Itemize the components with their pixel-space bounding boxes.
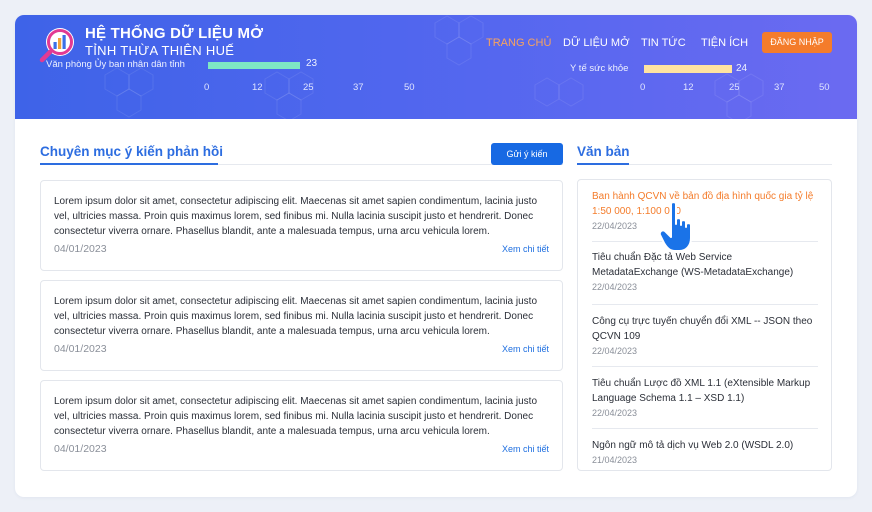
document-item[interactable]: Tiêu chuẩn Lược đồ XML 1.1 (eXtensible M… <box>592 376 818 418</box>
feedback-section-title: Chuyên mục ý kiến phản hồi <box>40 144 224 159</box>
document-title[interactable]: Ngôn ngữ mô tả dịch vụ Web 2.0 (WSDL 2.0… <box>592 438 818 453</box>
chart2-category-label: Y tế sức khỏe <box>570 63 629 74</box>
feedback-card: Lorem ipsum dolor sit amet, consectetur … <box>40 180 563 271</box>
feedback-date: 04/01/2023 <box>54 343 107 355</box>
feedback-card: Lorem ipsum dolor sit amet, consectetur … <box>40 380 563 471</box>
document-title[interactable]: Ban hành QCVN về bản đồ địa hình quốc gi… <box>592 189 818 219</box>
chart2-tick: 37 <box>774 82 785 93</box>
feedback-detail-link[interactable]: Xem chi tiết <box>502 244 549 254</box>
chart2-tick: 25 <box>729 82 740 93</box>
login-button[interactable]: ĐĂNG NHẬP <box>762 32 832 53</box>
chart2-bar[interactable] <box>644 65 732 73</box>
documents-title-underline <box>577 163 629 165</box>
pointer-hand-icon <box>659 201 692 252</box>
document-item[interactable]: Tiêu chuẩn Đặc tả Web Service MetadataEx… <box>592 250 818 292</box>
chart1-value-label: 23 <box>306 58 318 69</box>
chart1-tick: 25 <box>303 82 314 93</box>
document-date: 22/04/2023 <box>592 408 638 418</box>
document-item[interactable]: Ban hành QCVN về bản đồ địa hình quốc gi… <box>592 189 818 231</box>
feedback-text: Lorem ipsum dolor sit amet, consectetur … <box>54 196 538 237</box>
nav-utilities[interactable]: TIỆN ÍCH <box>701 37 748 49</box>
chart2-tick: 0 <box>640 82 646 93</box>
document-date: 22/04/2023 <box>592 346 638 356</box>
document-title[interactable]: Tiêu chuẩn Lược đồ XML 1.1 (eXtensible M… <box>592 376 818 406</box>
document-separator <box>592 366 818 367</box>
document-title[interactable]: Công cụ trực tuyến chuyển đổi XML -- JSO… <box>592 314 818 344</box>
header: HỆ THỐNG DỮ LIỆU MỞ TỈNH THỪA THIÊN HUẾ … <box>15 15 857 119</box>
document-date: 21/04/2023 <box>592 455 638 465</box>
site-title: HỆ THỐNG DỮ LIỆU MỞ <box>85 25 264 42</box>
chart1-category-label: Văn phòng Ủy ban nhân dân tỉnh <box>46 59 185 70</box>
search-chart-logo-icon[interactable] <box>39 25 77 63</box>
document-separator <box>592 304 818 305</box>
document-item[interactable]: Ngôn ngữ mô tả dịch vụ Web 2.0 (WSDL 2.0… <box>592 438 818 465</box>
feedback-detail-link[interactable]: Xem chi tiết <box>502 344 549 354</box>
documents-list: Ban hành QCVN về bản đồ địa hình quốc gi… <box>577 179 832 471</box>
chart2-tick: 50 <box>819 82 830 93</box>
feedback-text: Lorem ipsum dolor sit amet, consectetur … <box>54 396 538 437</box>
chart1-tick: 12 <box>252 82 263 93</box>
documents-section-title: Văn bản <box>577 144 630 159</box>
chart1-tick: 37 <box>353 82 364 93</box>
document-date: 22/04/2023 <box>592 221 638 231</box>
nav-open-data[interactable]: DỮ LIỆU MỞ <box>563 37 630 49</box>
site-subtitle: TỈNH THỪA THIÊN HUẾ <box>85 43 235 58</box>
document-date: 22/04/2023 <box>592 282 638 292</box>
chart1-tick: 50 <box>404 82 415 93</box>
feedback-card: Lorem ipsum dolor sit amet, consectetur … <box>40 280 563 371</box>
feedback-detail-link[interactable]: Xem chi tiết <box>502 444 549 454</box>
feedback-date: 04/01/2023 <box>54 243 107 255</box>
chart2-value-label: 24 <box>736 63 748 74</box>
chart1-bar[interactable] <box>208 62 300 69</box>
chart1-tick: 0 <box>204 82 210 93</box>
send-feedback-button[interactable]: Gửi ý kiến <box>491 143 563 165</box>
feedback-text: Lorem ipsum dolor sit amet, consectetur … <box>54 296 538 337</box>
document-separator <box>592 428 818 429</box>
chart2-tick: 12 <box>683 82 694 93</box>
document-title[interactable]: Tiêu chuẩn Đặc tả Web Service MetadataEx… <box>592 250 818 280</box>
document-item[interactable]: Công cụ trực tuyến chuyển đổi XML -- JSO… <box>592 314 818 356</box>
feedback-date: 04/01/2023 <box>54 443 107 455</box>
document-separator <box>592 241 818 242</box>
feedback-title-underline <box>40 163 218 165</box>
nav-news[interactable]: TIN TỨC <box>641 37 686 49</box>
nav-home[interactable]: TRANG CHỦ <box>486 37 551 49</box>
page-frame: HỆ THỐNG DỮ LIỆU MỞ TỈNH THỪA THIÊN HUẾ … <box>15 15 857 497</box>
